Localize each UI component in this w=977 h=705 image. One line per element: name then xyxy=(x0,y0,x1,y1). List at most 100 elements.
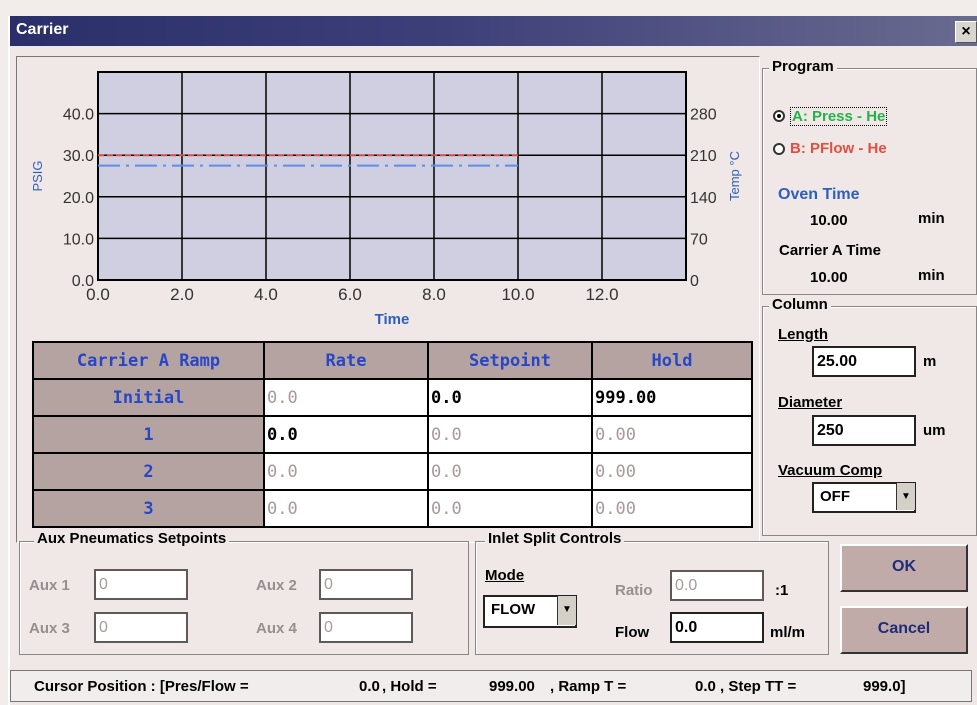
carrier-time-unit: min xyxy=(918,267,945,284)
ramp3-rate-cell[interactable]: 0.0 xyxy=(263,489,429,528)
x-axis-label: Time xyxy=(375,311,410,328)
ramp1-hold-cell[interactable]: 0.00 xyxy=(591,415,753,454)
x-tick-label: 4.0 xyxy=(254,285,278,304)
ramp3-hold-cell[interactable]: 0.00 xyxy=(591,489,753,528)
y2-tick-label: 70 xyxy=(690,231,708,248)
status-bar: Cursor Position : [Pres/Flow = 0.0 , Hol… xyxy=(10,670,972,702)
carrier-dialog: Carrier × 0.0 2.0 4.0 6.0 8.0 10.0 12.0 0.0 10.0… xyxy=(8,16,977,705)
table-row: 3 0.0 0.0 0.00 xyxy=(32,489,753,528)
chevron-down-icon[interactable]: ▼ xyxy=(896,483,915,510)
title-bar[interactable]: Carrier × xyxy=(10,16,977,46)
x-tick-label: 10.0 xyxy=(501,285,534,304)
ramp1-rate-cell[interactable]: 0.0 xyxy=(263,415,429,454)
mode-value: FLOW xyxy=(491,601,536,618)
hold-header: Hold xyxy=(591,341,753,380)
chevron-down-icon[interactable]: ▼ xyxy=(557,596,576,625)
pressure-chart: 0.0 2.0 4.0 6.0 8.0 10.0 12.00.010.020.030.040… xyxy=(30,71,742,328)
ramp2-rate-cell[interactable]: 0.0 xyxy=(263,452,429,491)
carrier-ramp-table: Carrier A Ramp Rate Setpoint Hold Initia… xyxy=(32,341,753,528)
y2-tick-label: 140 xyxy=(690,190,717,207)
y-axis-label: PSIG xyxy=(30,160,45,191)
row-label-3: 3 xyxy=(32,489,265,528)
inlet-title: Inlet Split Controls xyxy=(485,530,625,547)
close-button[interactable]: × xyxy=(955,21,977,43)
mode-select[interactable]: FLOW ▼ xyxy=(483,595,577,628)
status-step-value: 999.0] xyxy=(863,678,906,695)
y-tick-label: 10.0 xyxy=(63,231,94,248)
cancel-label: Cancel xyxy=(877,620,931,637)
y2-tick-label: 280 xyxy=(690,107,717,124)
length-input[interactable]: 25.00 xyxy=(812,346,916,377)
ramp-header-row: Carrier A Ramp Rate Setpoint Hold xyxy=(32,341,753,380)
x-tick-label: 2.0 xyxy=(170,285,194,304)
ramp3-setpoint-cell[interactable]: 0.0 xyxy=(427,489,593,528)
setpoint-header: Setpoint xyxy=(427,341,593,380)
diameter-label: Diameter xyxy=(778,394,843,411)
rate-header: Rate xyxy=(263,341,429,380)
aux-title: Aux Pneumatics Setpoints xyxy=(34,530,230,547)
flow-input[interactable]: 0.0 xyxy=(670,612,764,643)
aux3-label: Aux 3 xyxy=(29,620,70,637)
table-row: 1 0.0 0.0 0.00 xyxy=(32,415,753,454)
y-tick-label: 30.0 xyxy=(63,148,94,165)
mode-label: Mode xyxy=(485,567,525,584)
initial-hold-cell[interactable]: 999.00 xyxy=(591,378,753,417)
y-tick-label: 0.0 xyxy=(72,273,94,290)
aux2-label: Aux 2 xyxy=(256,577,297,594)
row-label-initial: Initial xyxy=(32,378,265,417)
status-pres-flow: 0.0 xyxy=(359,678,380,695)
status-ramp-value: 0.0 xyxy=(695,678,716,695)
diameter-input[interactable]: 250 xyxy=(812,415,916,446)
aux1-label: Aux 1 xyxy=(29,577,70,594)
aux1-input[interactable]: 0 xyxy=(94,569,188,600)
cancel-button[interactable]: Cancel xyxy=(840,606,968,654)
program-b-radio[interactable] xyxy=(773,143,785,155)
ramp1-setpoint-cell[interactable]: 0.0 xyxy=(427,415,593,454)
status-step-label: , Step TT = xyxy=(720,678,797,695)
vacuum-comp-select[interactable]: OFF ▼ xyxy=(812,482,916,513)
length-label: Length xyxy=(778,326,828,343)
row-label-1: 1 xyxy=(32,415,265,454)
table-row: Initial 0.0 0.0 999.00 xyxy=(32,378,753,417)
x-tick-label: 12.0 xyxy=(585,285,618,304)
ok-label: OK xyxy=(892,558,916,575)
aux2-input[interactable]: 0 xyxy=(319,569,413,600)
flow-label: Flow xyxy=(615,624,650,641)
x-tick-label: 8.0 xyxy=(422,285,446,304)
diameter-unit: um xyxy=(923,422,946,439)
y-tick-label: 20.0 xyxy=(63,190,94,207)
ramp2-hold-cell[interactable]: 0.00 xyxy=(591,452,753,491)
vacuum-comp-label: Vacuum Comp xyxy=(778,462,883,479)
y2-tick-label: 0 xyxy=(690,273,699,290)
oven-time-unit: min xyxy=(918,210,945,227)
initial-rate-cell[interactable]: 0.0 xyxy=(263,378,429,417)
carrier-time-label: Carrier A Time xyxy=(779,242,881,259)
table-row: 2 0.0 0.0 0.00 xyxy=(32,452,753,491)
ratio-label: Ratio xyxy=(615,582,653,599)
program-a-radio[interactable] xyxy=(773,110,785,122)
program-b-label[interactable]: B: PFlow - He xyxy=(790,140,887,157)
aux3-input[interactable]: 0 xyxy=(94,612,188,643)
y-tick-label: 40.0 xyxy=(63,107,94,124)
ratio-input[interactable]: 0.0 xyxy=(670,570,764,601)
initial-setpoint-cell[interactable]: 0.0 xyxy=(427,378,593,417)
status-hold-label: , Hold = xyxy=(382,678,437,695)
column-title: Column xyxy=(769,296,831,313)
program-a-label[interactable]: A: Press - He xyxy=(790,107,888,126)
ramp2-setpoint-cell[interactable]: 0.0 xyxy=(427,452,593,491)
aux4-label: Aux 4 xyxy=(256,620,297,637)
oven-time-value: 10.00 xyxy=(810,212,848,229)
y2-axis-label: Temp °C xyxy=(727,151,742,201)
carrier-time-value: 10.00 xyxy=(810,269,848,286)
aux4-input[interactable]: 0 xyxy=(319,612,413,643)
flow-unit: ml/m xyxy=(770,624,806,641)
close-icon: × xyxy=(961,23,971,40)
status-hold-value: 999.00 xyxy=(489,678,535,695)
program-group xyxy=(762,68,977,295)
length-unit: m xyxy=(923,353,937,370)
plot-area xyxy=(97,71,687,281)
ok-button[interactable]: OK xyxy=(840,544,968,592)
ratio-unit: :1 xyxy=(775,582,789,599)
program-title: Program xyxy=(769,58,837,75)
x-tick-label: 6.0 xyxy=(338,285,362,304)
